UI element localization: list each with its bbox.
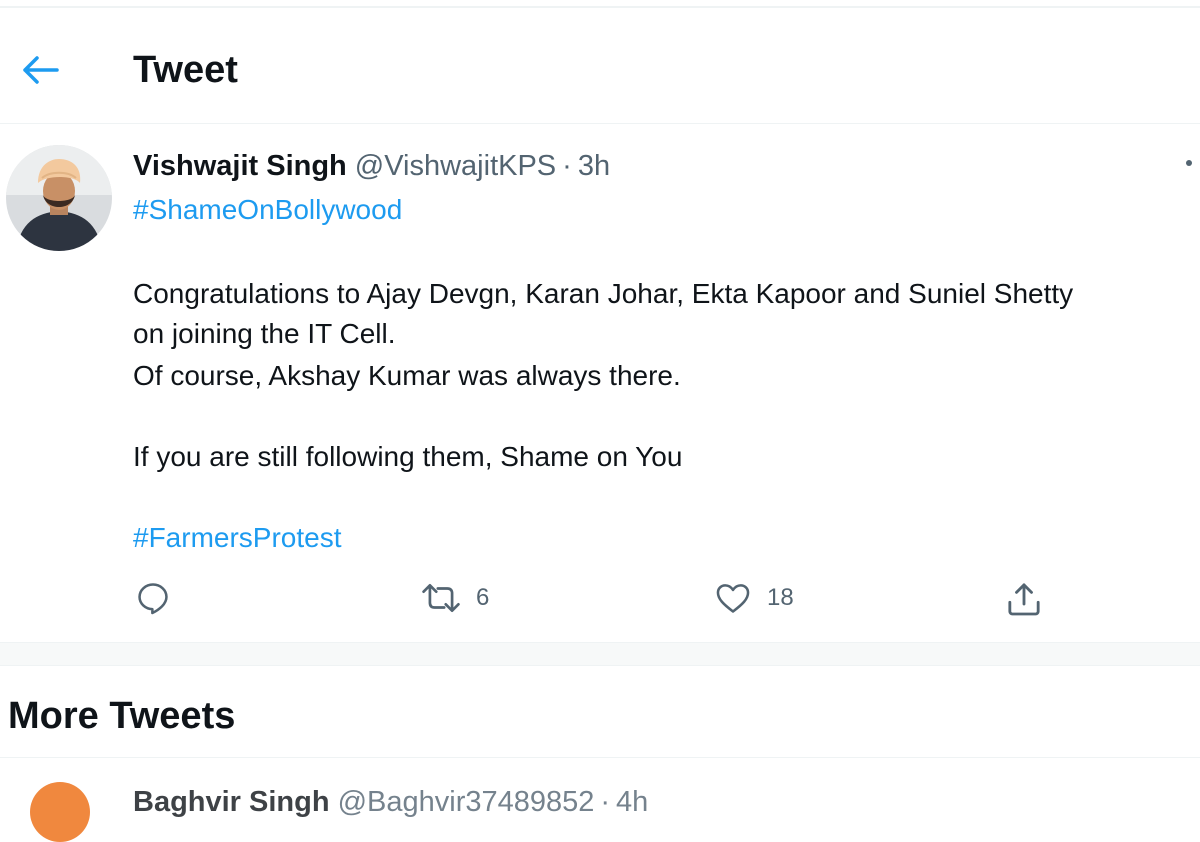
next-tweet-header: Baghvir Singh @Baghvir37489852 · 4h [133, 784, 648, 820]
author-handle[interactable]: @VishwajitKPS [355, 150, 556, 182]
heart-icon [716, 584, 750, 613]
like-count: 18 [767, 584, 794, 611]
section-gap [0, 643, 1200, 666]
like-button[interactable]: 18 [713, 579, 794, 617]
more-tweets-divider [0, 757, 1200, 758]
more-tweets-heading: More Tweets [8, 695, 236, 737]
more-options-icon[interactable] [1186, 160, 1192, 166]
tweet-text-line: Congratulations to Ajay Devgn, Karan Joh… [133, 278, 1074, 309]
reply-button[interactable] [134, 579, 172, 617]
tweet-text-line: Of course, Akshay Kumar was always there… [133, 360, 681, 391]
author-name[interactable]: Vishwajit Singh [133, 150, 347, 182]
hashtag-link[interactable]: #FarmersProtest [133, 520, 342, 556]
back-button[interactable] [18, 48, 62, 92]
tweet-time[interactable]: 4h [616, 786, 648, 818]
share-icon [1008, 583, 1040, 616]
reply-icon [138, 583, 168, 615]
avatar[interactable] [6, 145, 112, 251]
page-title: Tweet [133, 49, 238, 91]
arrow-left-icon [23, 56, 59, 84]
tweet-text-line: If you are still following them, Shame o… [133, 441, 683, 472]
author-handle[interactable]: @Baghvir37489852 [338, 786, 595, 818]
separator-dot: · [562, 150, 572, 182]
retweet-button[interactable]: 6 [420, 579, 489, 617]
avatar[interactable] [30, 782, 90, 842]
retweet-count: 6 [476, 584, 490, 611]
page-header: Tweet [0, 8, 1200, 124]
tweet-header: Vishwajit Singh @VishwajitKPS · 3h [133, 148, 610, 184]
separator-dot: · [600, 786, 611, 818]
tweet-text-line: on joining the IT Cell. [133, 318, 396, 349]
tweet-card[interactable]: Vishwajit Singh @VishwajitKPS · 3h #ShameOn… [0, 124, 1200, 643]
author-name[interactable]: Baghvir Singh [133, 786, 330, 818]
share-button[interactable] [1004, 579, 1044, 619]
retweet-icon [422, 583, 460, 613]
hashtag-link[interactable]: #ShameOnBollywood [133, 192, 402, 228]
tweet-time[interactable]: 3h [578, 150, 610, 182]
